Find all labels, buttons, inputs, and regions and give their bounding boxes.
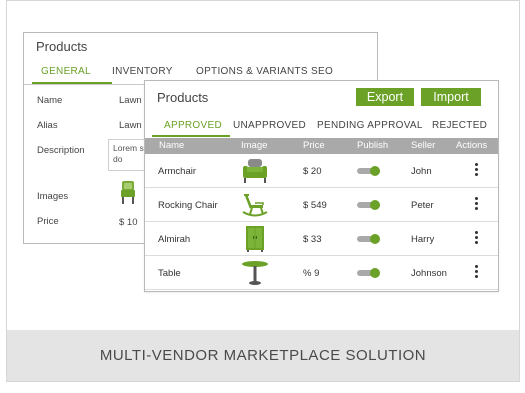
table-row: Almirah $ 33 Harry — [145, 222, 498, 256]
import-button[interactable]: Import — [421, 88, 481, 106]
alias-field[interactable]: Lawn — [119, 120, 144, 131]
column-actions[interactable]: Actions — [456, 140, 487, 151]
tab-general[interactable]: GENERAL — [41, 66, 91, 77]
publish-toggle[interactable] — [357, 234, 380, 244]
description-label: Description — [37, 145, 85, 156]
tab-approved[interactable]: APPROVED — [164, 120, 222, 131]
tab-rejected[interactable]: REJECTED — [432, 120, 487, 131]
table-row: Table % 9 Johnson — [145, 256, 498, 290]
seller-name: Peter — [411, 200, 434, 211]
column-name[interactable]: Name — [159, 140, 184, 151]
rocking-chair-icon — [242, 194, 268, 217]
column-seller[interactable]: Seller — [411, 140, 435, 151]
tab-pending-approval[interactable]: PENDING APPROVAL — [317, 120, 423, 131]
table-row: Rocking Chair $ 549 Peter — [145, 188, 498, 222]
product-name: Table — [158, 268, 181, 279]
export-button[interactable]: Export — [356, 88, 414, 106]
window-title: Products — [36, 39, 88, 54]
window-title: Products — [157, 90, 209, 105]
seller-name: Johnson — [411, 268, 447, 279]
seller-name: Harry — [411, 234, 435, 245]
product-price: $ 33 — [303, 234, 322, 245]
price-field[interactable]: $ 10 — [119, 217, 138, 228]
column-publish[interactable]: Publish — [357, 140, 388, 151]
product-price: $ 20 — [303, 166, 322, 177]
more-actions-icon[interactable] — [475, 197, 479, 213]
tab-unapproved[interactable]: UNAPPROVED — [233, 120, 306, 131]
product-name: Rocking Chair — [158, 200, 218, 211]
table-icon — [242, 261, 268, 285]
tab-inventory[interactable]: INVENTORY — [112, 66, 173, 77]
active-tab-indicator — [152, 135, 230, 137]
armchair-icon — [243, 159, 267, 183]
more-actions-icon[interactable] — [475, 163, 479, 179]
product-list-window: Products Export Import APPROVED UNAPPROV… — [144, 80, 499, 292]
active-tab-indicator — [32, 82, 112, 84]
column-image[interactable]: Image — [241, 140, 267, 151]
name-field[interactable]: Lawn — [119, 95, 144, 106]
footer-caption: MULTI-VENDOR MARKETPLACE SOLUTION — [99, 347, 427, 364]
product-name: Armchair — [158, 166, 197, 177]
table-row: Armchair $ 20 John — [145, 154, 498, 188]
publish-toggle[interactable] — [357, 166, 380, 176]
publish-toggle[interactable] — [357, 200, 380, 210]
almirah-icon — [246, 226, 264, 252]
images-label: Images — [37, 191, 69, 202]
product-name: Almirah — [158, 234, 191, 245]
more-actions-icon[interactable] — [475, 265, 479, 281]
armchair-thumbnail-icon — [121, 181, 135, 204]
column-price[interactable]: Price — [303, 140, 325, 151]
table-header: Name Image Price Publish Seller Actions — [145, 138, 498, 154]
product-price: % 9 — [303, 268, 320, 279]
seller-name: John — [411, 166, 432, 177]
more-actions-icon[interactable] — [475, 231, 479, 247]
footer-banner: MULTI-VENDOR MARKETPLACE SOLUTION — [7, 330, 519, 381]
product-price: $ 549 — [303, 200, 327, 211]
tab-options-variants[interactable]: OPTIONS & VARIANTS — [196, 66, 308, 77]
publish-toggle[interactable] — [357, 268, 380, 278]
name-label: Name — [37, 95, 63, 106]
tab-seo[interactable]: SEO — [311, 66, 333, 77]
price-label: Price — [37, 216, 59, 227]
alias-label: Alias — [37, 120, 58, 131]
